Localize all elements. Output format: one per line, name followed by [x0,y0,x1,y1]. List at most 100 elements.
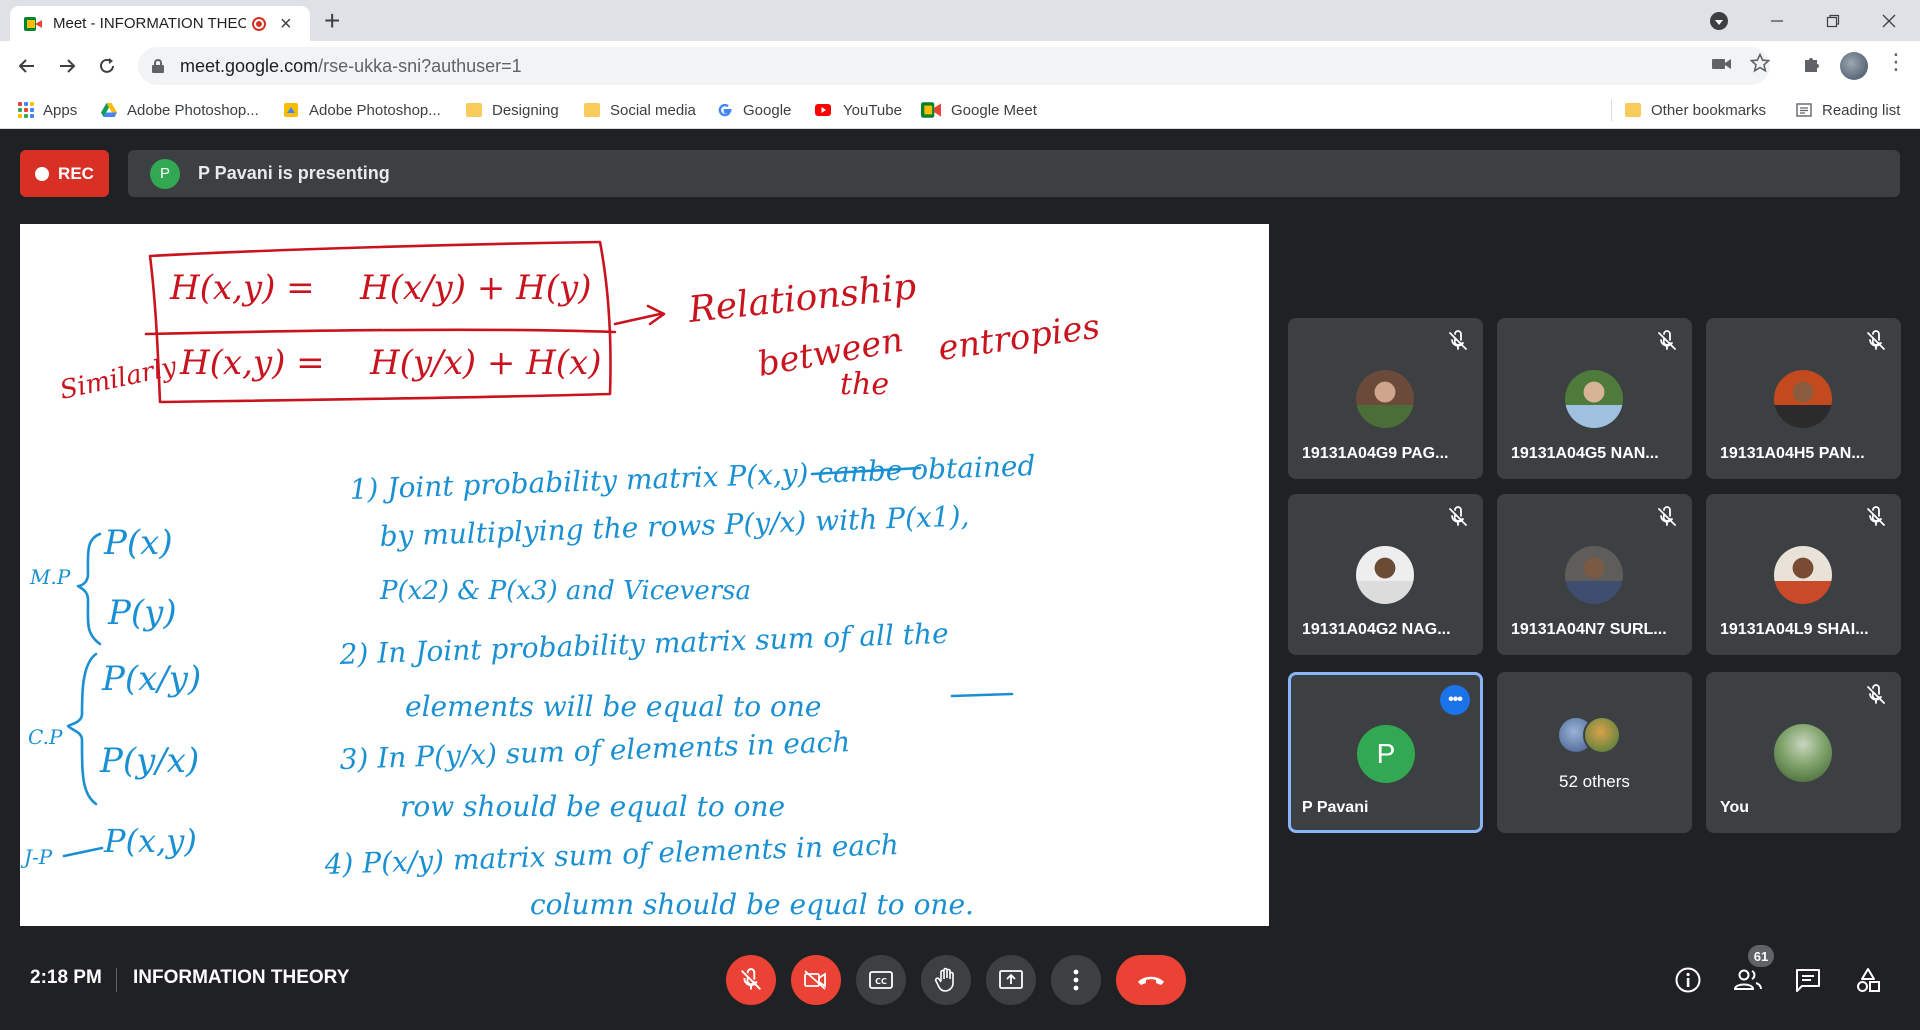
new-tab-button[interactable]: + [324,6,340,36]
close-tab-icon[interactable]: × [280,14,292,34]
apps-grid-icon [18,102,34,118]
self-name: You [1720,799,1750,816]
point-3-line-1: 3) In P(y/x) sum of elements in each [339,725,851,776]
point-3-line-2: row should be equal to one [400,790,785,823]
more-options-button[interactable] [1051,955,1101,1005]
participant-name: 19131A04G9 PAG... [1302,445,1449,462]
cp-brace [66,652,98,806]
forward-icon[interactable] [50,49,84,83]
bookmark-star-icon[interactable] [1749,52,1771,78]
presenter-avatar: P [150,158,180,189]
self-tile[interactable]: You [1706,672,1901,833]
camera-off-icon [804,970,826,990]
present-now-icon [999,970,1023,989]
relationship-arrow [613,304,666,326]
participant-name: 19131A04G2 NAG... [1302,621,1451,638]
bookmark-social-media[interactable]: Social media [584,91,696,129]
raise-hand-button[interactable] [921,955,971,1005]
mp-brace [76,532,102,646]
bookmark-apps[interactable]: Apps [18,91,77,129]
relationship-word: Relationship [686,266,918,331]
participant-avatar [1565,546,1623,604]
meet-favicon-icon [24,16,42,31]
bookmark-other-bookmarks[interactable]: Other bookmarks [1625,91,1766,129]
participant-tile[interactable]: 19131A04G2 NAG... [1288,494,1483,655]
participant-tile[interactable]: 19131A04L9 SHAI... [1706,494,1901,655]
participant-tile[interactable]: 19131A04H5 PAN... [1706,318,1901,479]
minimize-window-icon[interactable] [1754,0,1800,41]
bookmark-google[interactable]: Google [717,91,791,129]
side-mp-label: M.P [29,565,71,589]
restore-window-icon[interactable] [1810,0,1856,41]
camera-toggle-button[interactable] [791,955,841,1005]
bookmark-adobe-photoshop-1[interactable]: Adobe Photoshop... [101,91,259,129]
others-tile[interactable]: 52 others [1497,672,1692,833]
bookmark-adobe-photoshop-2[interactable]: Adobe Photoshop... [283,91,441,129]
hang-up-icon [1138,976,1164,985]
side-px: P(x) [103,523,173,563]
people-icon [1733,969,1762,990]
folder-icon [584,103,600,117]
close-window-icon[interactable] [1866,0,1912,41]
point-4-line-2: column should be equal to one. [530,888,974,921]
present-screen-button[interactable] [986,955,1036,1005]
tab-search-icon[interactable] [1710,12,1728,30]
leave-call-button[interactable] [1116,955,1186,1005]
others-count-label: 52 others [1559,772,1630,791]
bookmarks-separator [1611,99,1612,121]
participant-tile[interactable]: 19131A04N7 SURL... [1497,494,1692,655]
point-2-line-2: elements will be equal to one [405,690,821,723]
chrome-menu-icon[interactable]: ⋮ [1885,51,1907,73]
url-text: meet.google.com/rse-ukka-sni?authuser=1 [180,55,522,76]
mic-off-icon [1867,330,1885,350]
bookmark-youtube[interactable]: YouTube [813,91,902,129]
presenter-avatar-large: P [1357,725,1415,783]
equations-divider [144,328,617,336]
extensions-puzzle-icon[interactable] [1802,54,1822,79]
point-2-line-1: 2) In Joint probability matrix sum of al… [338,617,949,671]
presenter-name: P Pavani [1302,799,1369,816]
bookmark-google-meet[interactable]: Google Meet [921,91,1037,129]
participant-tile[interactable]: 19131A04G5 NAN... [1497,318,1692,479]
captions-button[interactable]: CC [856,955,906,1005]
reading-list-button[interactable]: Reading list [1796,91,1900,129]
more-options-icon[interactable]: ••• [1440,685,1470,715]
recording-indicator-icon [252,16,266,31]
self-avatar [1774,724,1832,782]
side-py: P(y) [107,593,177,633]
bookmarks-bar: Apps Adobe Photoshop... Adobe Photoshop.… [0,91,1920,129]
camera-site-icon[interactable] [1712,55,1732,76]
eq2-left: H(x,y) = [179,343,325,383]
point-1-line-2: by multiplying the rows P(y/x) with P(x1… [379,499,970,553]
participant-name: 19131A04N7 SURL... [1511,621,1667,638]
lock-icon [152,59,164,73]
activities-shapes-icon [1857,968,1880,992]
browser-tab-meet[interactable]: Meet - INFORMATION THEO × [10,6,310,41]
reload-icon[interactable] [90,49,124,83]
info-icon [1675,967,1701,993]
side-pjoint: P(x,y) [103,822,197,860]
presenter-tile[interactable]: ••• P P Pavani [1288,672,1483,833]
address-bar[interactable]: meet.google.com/rse-ukka-sni?authuser=1 [138,47,1770,85]
back-icon[interactable] [10,49,44,83]
mic-toggle-button[interactable] [726,955,776,1005]
participant-name: 19131A04L9 SHAI... [1720,621,1869,638]
eq1-left: H(x,y) = [169,268,315,308]
participant-tile[interactable]: 19131A04G9 PAG... [1288,318,1483,479]
activities-button[interactable] [1850,962,1886,998]
mic-off-icon [1449,506,1467,526]
profile-avatar[interactable] [1840,52,1868,80]
chat-button[interactable] [1790,962,1826,998]
raise-hand-icon [934,967,954,992]
people-count-badge: 61 [1748,945,1774,967]
bookmark-designing[interactable]: Designing [466,91,559,129]
point-4-line-1: 4) P(x/y) matrix sum of elements in each [323,828,899,881]
side-jp-label: J-P [20,845,53,869]
presented-screen: H(x,y) = H(x/y) + H(y) Similarly H(x,y) … [20,224,1269,926]
eq1-right: H(x/y) + H(y) [359,268,592,308]
people-button[interactable] [1730,962,1766,998]
meeting-details-button[interactable] [1670,962,1706,998]
others-avatar-stack [1557,716,1637,756]
recording-button[interactable]: REC [20,150,109,197]
drive-file-icon [284,103,298,117]
